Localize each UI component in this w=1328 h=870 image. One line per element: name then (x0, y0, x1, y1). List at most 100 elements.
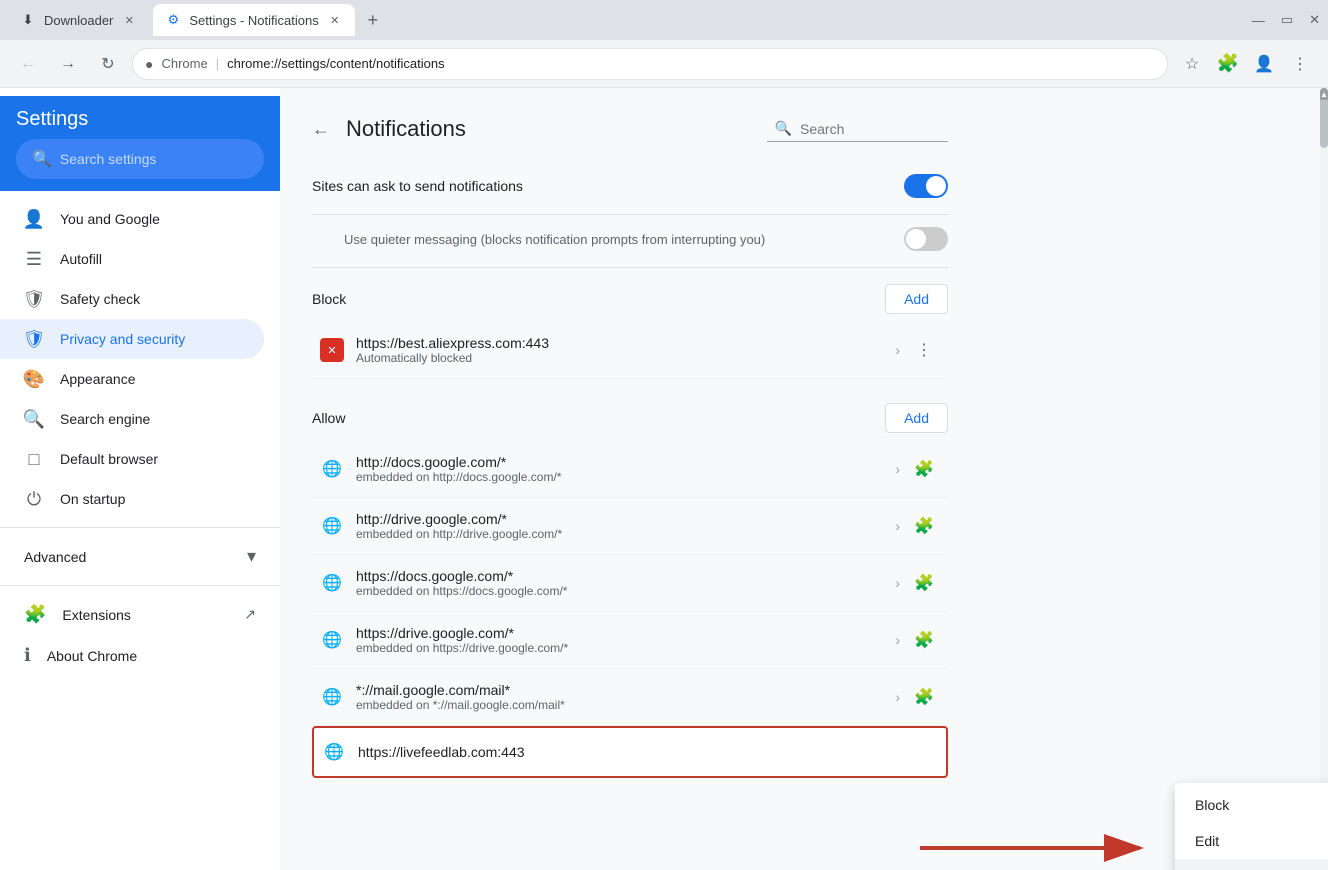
livefeedlab-info: https://livefeedlab.com:443 (358, 744, 938, 760)
docs-http-url: http://docs.google.com/* (356, 454, 883, 470)
sidebar-item-advanced[interactable]: Advanced ▾ (0, 536, 280, 577)
toggle-knob-quieter (906, 229, 926, 249)
drive-https-row: 🌐 https://drive.google.com/* embedded on… (312, 612, 948, 669)
docs-http-more-button[interactable]: 🧩 (908, 453, 940, 485)
sidebar-label-safety: Safety check (60, 291, 140, 307)
sites-ask-row: Sites can ask to send notifications (312, 158, 948, 215)
aliexpress-more-button[interactable]: ⋮ (908, 334, 940, 366)
close-button[interactable]: ✕ (1309, 12, 1320, 28)
allow-section-header: Allow Add (312, 403, 948, 433)
search-input[interactable] (60, 151, 248, 167)
drive-https-more-button[interactable]: 🧩 (908, 624, 940, 656)
sidebar-item-about[interactable]: ℹ About Chrome (0, 635, 280, 676)
drive-http-info: http://drive.google.com/* embedded on ht… (356, 511, 883, 541)
docs-http-chevron[interactable]: › (895, 461, 900, 477)
allow-section: Allow Add 🌐 http://docs.google.com/* emb… (312, 403, 948, 778)
mail-chevron[interactable]: › (895, 689, 900, 705)
reload-button[interactable]: ↻ (92, 48, 124, 80)
aliexpress-favicon: ✕ (320, 338, 344, 362)
mail-favicon: 🌐 (320, 685, 344, 709)
aliexpress-chevron[interactable]: › (895, 342, 900, 358)
docs-http-actions: › 🧩 (895, 453, 940, 485)
sidebar-item-privacy[interactable]: 🛡 Privacy and security (0, 319, 264, 359)
tab-close-settings[interactable]: ✕ (327, 12, 343, 28)
sidebar-item-safety[interactable]: 🛡 Safety check (0, 279, 264, 319)
shield-icon: 🛡 (24, 289, 44, 309)
new-tab-button[interactable]: + (359, 6, 387, 34)
block-add-button[interactable]: Add (885, 284, 948, 314)
drive-https-favicon: 🌐 (320, 628, 344, 652)
bookmark-button[interactable]: ☆ (1176, 48, 1208, 80)
tab-favicon-downloader: ⬇ (20, 12, 36, 28)
sidebar-item-autofill[interactable]: ☰ Autofill (0, 239, 264, 279)
tab-settings[interactable]: ⚙ Settings - Notifications ✕ (153, 4, 354, 36)
menu-button[interactable]: ⋮ (1284, 48, 1316, 80)
drive-http-actions: › 🧩 (895, 510, 940, 542)
drive-http-row: 🌐 http://drive.google.com/* embedded on … (312, 498, 948, 555)
sites-ask-toggle[interactable] (904, 174, 948, 198)
sidebar-item-search-engine[interactable]: 🔍 Search engine (0, 399, 264, 439)
mail-actions: › 🧩 (895, 681, 940, 713)
page-search-bar: 🔍 (767, 116, 948, 142)
context-menu-block[interactable]: Block (1175, 787, 1328, 823)
docs-https-more-button[interactable]: 🧩 (908, 567, 940, 599)
context-menu-edit[interactable]: Edit (1175, 823, 1328, 859)
chevron-down-icon: ▾ (247, 546, 256, 567)
minimize-button[interactable]: — (1252, 13, 1265, 28)
mail-sub: embedded on *://mail.google.com/mail* (356, 698, 883, 712)
svg-text:✕: ✕ (327, 345, 336, 357)
drive-http-more-button[interactable]: 🧩 (908, 510, 940, 542)
drive-https-chevron[interactable]: › (895, 632, 900, 648)
mail-more-button[interactable]: 🧩 (908, 681, 940, 713)
docs-http-favicon: 🌐 (320, 457, 344, 481)
aliexpress-actions: › ⋮ (895, 334, 940, 366)
sidebar-nav: 👤 You and Google ☰ Autofill 🛡 Safety che… (0, 191, 280, 684)
quieter-row: Use quieter messaging (blocks notificati… (312, 215, 948, 268)
docs-https-chevron[interactable]: › (895, 575, 900, 591)
drive-https-actions: › 🧩 (895, 624, 940, 656)
person-icon: 👤 (24, 209, 44, 229)
page-title: Notifications (346, 116, 466, 142)
sidebar-item-default-browser[interactable]: □ Default browser (0, 439, 264, 479)
address-text: chrome://settings/content/notifications (227, 56, 445, 71)
page-search-input[interactable] (800, 121, 940, 137)
settings-search-bar: Settings 🔍 (0, 96, 280, 191)
forward-button[interactable]: → (52, 48, 84, 80)
settings-title: Settings (16, 108, 264, 139)
maximize-button[interactable]: ▭ (1281, 12, 1293, 28)
extensions-icon[interactable]: 🧩 (1212, 48, 1244, 80)
aliexpress-row: ✕ https://best.aliexpress.com:443 Automa… (312, 322, 948, 379)
context-menu-remove[interactable]: Remove (1175, 859, 1328, 870)
docs-https-actions: › 🧩 (895, 567, 940, 599)
back-button[interactable]: ← (12, 48, 44, 80)
livefeedlab-row: 🌐 https://livefeedlab.com:443 (312, 726, 948, 778)
mail-url: *://mail.google.com/mail* (356, 682, 883, 698)
block-label: Block (312, 291, 346, 307)
scrollbar-track: ▲ ▼ (1320, 88, 1328, 870)
power-icon: ⏻ (24, 489, 44, 509)
info-icon: ℹ (24, 645, 31, 666)
sidebar-item-startup[interactable]: ⏻ On startup (0, 479, 264, 519)
docs-https-url: https://docs.google.com/* (356, 568, 883, 584)
drive-http-chevron[interactable]: › (895, 518, 900, 534)
drive-https-sub: embedded on https://drive.google.com/* (356, 641, 883, 655)
tab-close-downloader[interactable]: ✕ (121, 12, 137, 28)
app-body: Settings 🔍 👤 You and Google ☰ Autofill (0, 88, 1328, 870)
scrollbar-up[interactable]: ▲ (1320, 88, 1328, 100)
quieter-toggle[interactable] (904, 227, 948, 251)
search-engine-icon: 🔍 (24, 409, 44, 429)
profile-button[interactable]: 👤 (1248, 48, 1280, 80)
sidebar-label-about: About Chrome (47, 648, 137, 664)
lock-icon: ● (145, 56, 153, 72)
sidebar-item-appearance[interactable]: 🎨 Appearance (0, 359, 264, 399)
address-bar[interactable]: ● Chrome | chrome://settings/content/not… (132, 48, 1168, 80)
sidebar-item-extensions[interactable]: 🧩 Extensions ↗ (0, 594, 280, 635)
allow-add-button[interactable]: Add (885, 403, 948, 433)
tab-downloader[interactable]: ⬇ Downloader ✕ (8, 4, 149, 36)
docs-https-sub: embedded on https://docs.google.com/* (356, 584, 883, 598)
docs-https-row: 🌐 https://docs.google.com/* embedded on … (312, 555, 948, 612)
sidebar-label-search-engine: Search engine (60, 411, 150, 427)
sidebar-item-you-google[interactable]: 👤 You and Google (0, 199, 264, 239)
page-back-button[interactable]: ← (312, 119, 330, 140)
search-icon: 🔍 (32, 149, 52, 169)
